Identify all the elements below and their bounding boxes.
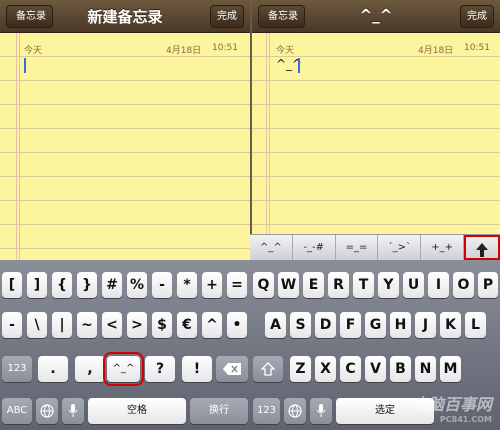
shift-button[interactable] — [253, 356, 283, 382]
key[interactable]: + — [202, 272, 222, 298]
arrow-up-icon — [475, 243, 488, 257]
key[interactable]: $ — [152, 312, 172, 338]
numbers-key[interactable]: 123 — [2, 356, 32, 382]
key[interactable]: - — [152, 272, 172, 298]
key[interactable]: , — [75, 356, 105, 382]
key[interactable]: H — [390, 312, 411, 338]
text-cursor — [298, 58, 300, 73]
key[interactable]: J — [415, 312, 436, 338]
globe-button[interactable] — [36, 398, 58, 424]
key[interactable]: ~ — [77, 312, 97, 338]
delete-button[interactable] — [216, 356, 248, 382]
key[interactable]: ^ — [202, 312, 222, 338]
shift-icon — [260, 362, 276, 376]
key[interactable]: ! — [182, 356, 212, 382]
key[interactable]: O — [453, 272, 474, 298]
keyboard: [ ] { } # % - * + = Q W E R T Y U I O P … — [0, 260, 500, 430]
watermark-url: PC841.COM — [439, 415, 492, 424]
key[interactable]: * — [177, 272, 197, 298]
key[interactable]: W — [278, 272, 299, 298]
watermark-brand: 电脑百事网 — [411, 395, 492, 414]
navbar-right: 备忘录 ^_^ 完成 — [252, 0, 500, 33]
key[interactable]: % — [127, 272, 147, 298]
emoticon-bar: ^_^ -_-# =_= ´_>` +_+ — [250, 234, 500, 260]
key[interactable]: F — [340, 312, 361, 338]
navbar-left: 备忘录 新建备忘录 完成 — [0, 0, 250, 33]
globe-button[interactable] — [284, 398, 306, 424]
date-label: 今天 — [24, 46, 43, 56]
date-value: 4月18日 — [166, 46, 202, 56]
key[interactable]: R — [328, 272, 349, 298]
time-value: 10:51 — [212, 43, 238, 53]
text-cursor — [24, 58, 26, 73]
key[interactable]: • — [227, 312, 247, 338]
key[interactable]: S — [290, 312, 311, 338]
key[interactable]: L — [465, 312, 486, 338]
key[interactable]: > — [127, 312, 147, 338]
key[interactable]: Y — [378, 272, 399, 298]
microphone-icon — [316, 404, 326, 417]
key[interactable]: U — [403, 272, 424, 298]
key[interactable]: | — [52, 312, 72, 338]
key[interactable]: Q — [253, 272, 274, 298]
emoticon-key[interactable]: ´_>` — [378, 235, 422, 260]
key[interactable]: \ — [27, 312, 47, 338]
key[interactable]: I — [428, 272, 449, 298]
key[interactable]: V — [365, 356, 386, 382]
emoticon-key[interactable]: +_+ — [421, 235, 464, 260]
key[interactable]: P — [478, 272, 498, 298]
backspace-icon — [223, 363, 241, 375]
microphone-button[interactable] — [62, 398, 84, 424]
globe-icon — [40, 404, 54, 418]
key[interactable]: # — [102, 272, 122, 298]
date-label: 今天 — [276, 46, 295, 56]
time-value: 10:51 — [464, 43, 490, 53]
key[interactable]: € — [177, 312, 197, 338]
key[interactable]: N — [415, 356, 436, 382]
space-key[interactable]: 空格 — [88, 398, 186, 424]
done-button[interactable]: 完成 — [460, 5, 494, 28]
key[interactable]: Z — [290, 356, 311, 382]
key[interactable]: X — [315, 356, 336, 382]
emoticon-key[interactable]: ^_^ — [250, 235, 293, 260]
key[interactable]: M — [440, 356, 461, 382]
key[interactable]: G — [365, 312, 386, 338]
key[interactable]: A — [265, 312, 286, 338]
key[interactable]: - — [2, 312, 22, 338]
key[interactable]: < — [102, 312, 122, 338]
key[interactable]: K — [440, 312, 461, 338]
key[interactable]: B — [390, 356, 411, 382]
key[interactable]: E — [303, 272, 324, 298]
microphone-button[interactable] — [310, 398, 332, 424]
expand-emoticons-button[interactable] — [463, 235, 500, 260]
date-value: 4月18日 — [418, 46, 454, 56]
key[interactable]: { — [52, 272, 72, 298]
key[interactable]: T — [353, 272, 374, 298]
emoticon-key[interactable]: -_-# — [293, 235, 336, 260]
key[interactable]: } — [77, 272, 97, 298]
numbers-key[interactable]: 123 — [253, 398, 280, 424]
key[interactable]: . — [38, 356, 68, 382]
emoticon-key[interactable]: =_= — [336, 235, 379, 260]
abc-key[interactable]: ABC — [2, 398, 32, 424]
done-button[interactable]: 完成 — [210, 5, 244, 28]
key[interactable]: ? — [145, 356, 175, 382]
globe-icon — [288, 404, 302, 418]
key[interactable]: [ — [2, 272, 22, 298]
watermark: 电脑百事网 PC841.COM — [412, 391, 492, 424]
key[interactable]: C — [340, 356, 361, 382]
key[interactable]: D — [315, 312, 336, 338]
microphone-icon — [68, 404, 78, 417]
return-key[interactable]: 换行 — [190, 398, 248, 424]
key[interactable]: ] — [27, 272, 47, 298]
key[interactable]: = — [227, 272, 247, 298]
emoticon-key[interactable]: ^_^ — [103, 352, 144, 386]
